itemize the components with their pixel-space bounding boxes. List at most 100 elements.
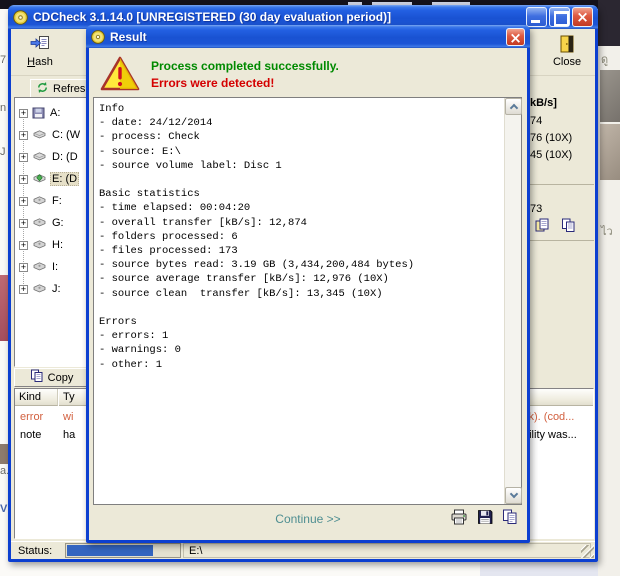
floppy-drive-icon [32,107,45,119]
result-dialog-title: Result [110,30,147,44]
resize-grip[interactable] [581,545,594,558]
expand-plus-icon[interactable] [19,219,28,228]
vertical-scrollbar[interactable] [504,98,521,504]
report-text: Info - date: 24/12/2014 - process: Check… [99,102,414,372]
refresh-icon [36,81,49,97]
close-button-label: Close [553,56,581,68]
drive-tree-item-i[interactable]: I: [15,256,87,278]
drive-tree-item-e-selected[interactable]: E: (D [15,168,87,190]
background-photo-thumbnail [600,124,620,180]
drive-tree-item-f[interactable]: F: [15,190,87,212]
results-value-fragment: 45 (10X) [530,149,572,161]
drive-label: F: [50,195,64,207]
drive-label: D: (D [50,151,80,163]
copy-button-label: Copy [48,372,74,384]
expand-plus-icon[interactable] [19,263,28,272]
cd-drive-icon [32,284,47,294]
cd-drive-icon [32,262,47,272]
drive-tree-item-j[interactable]: J: [15,278,87,300]
error-message: Errors were detected! [151,76,274,90]
maximize-button[interactable] [549,7,570,27]
exit-door-icon [560,33,574,55]
drive-tree-item-c[interactable]: C: (W [15,124,87,146]
drive-tree-item-d[interactable]: D: (D [15,146,87,168]
close-window-button[interactable] [572,7,593,27]
status-label: Status: [18,545,52,557]
issue-row-type[interactable]: ha [63,429,75,441]
expand-plus-icon[interactable] [19,197,28,206]
hash-icon [29,33,51,55]
drive-tree-item-a[interactable]: A: [15,102,87,124]
drive-label: C: (W [50,129,82,141]
background-block [480,562,598,576]
close-toolbar-button[interactable]: Close [543,31,591,70]
panel-divider [528,240,594,241]
hash-toolbar-button[interactable]: Hash [17,31,63,70]
drive-tree-panel[interactable]: A: C: (W D: (D E: (D F: [14,97,88,367]
background-webpage-strip: ดู ไว [598,0,620,576]
drive-label: J: [50,283,63,295]
minimize-button[interactable] [526,7,547,27]
results-value-fragment: 73 [530,203,542,215]
background-image-fragment [0,444,8,464]
cd-drive-icon [32,196,47,206]
main-window-title: CDCheck 3.1.14.0 [UNREGISTERED (30 day e… [33,10,391,24]
copy-icon [30,369,44,386]
report-icon[interactable] [534,218,550,236]
progress-bar [67,545,153,556]
background-image-fragment [0,275,8,341]
results-header-fragment: kB/s] [530,97,557,109]
results-value-fragment: 74 [530,115,542,127]
copy-icon[interactable] [502,509,518,530]
column-header-kind[interactable]: Kind [15,389,58,406]
background-dark-block [598,0,620,46]
warning-icon [99,55,141,98]
background-photo-thumbnail [600,70,620,122]
drive-tree-item-h[interactable]: H: [15,234,87,256]
cd-drive-with-disc-icon [32,174,47,184]
cd-drive-icon [32,218,47,228]
expand-plus-icon[interactable] [19,153,28,162]
scroll-down-button[interactable] [505,487,522,504]
print-icon[interactable] [450,509,468,530]
background-text-fragment: V [0,503,7,515]
hard-drive-icon [32,130,47,140]
result-dialog-titlebar[interactable]: Result [86,25,530,48]
progress-field [65,543,181,558]
status-path-field: E:\ [183,543,591,558]
results-value-fragment: 76 (10X) [530,132,572,144]
issue-row-text-fragment[interactable]: ck). (cod... [523,411,574,423]
expand-plus-icon[interactable] [19,131,28,140]
results-panel-fragment: kB/s] 74 76 (10X) 45 (10X) 73 [528,90,594,388]
drive-label: E: (D [50,172,79,186]
background-left-strip: 7 n J a. V [0,0,8,576]
copy-icon[interactable] [561,218,576,236]
expand-plus-icon[interactable] [19,285,28,294]
save-icon[interactable] [477,509,493,530]
cd-drive-icon [32,240,47,250]
background-text-fragment: ไว [601,222,613,240]
cdcheck-app-icon [13,10,28,25]
copy-issues-button[interactable]: Copy [14,368,89,387]
scroll-up-button[interactable] [505,98,522,115]
hard-drive-icon [32,152,47,162]
drive-tree-item-g[interactable]: G: [15,212,87,234]
drive-label: I: [50,261,60,273]
hash-button-label: Hash [27,56,53,68]
drive-label: G: [50,217,66,229]
background-text-fragment: ดู [601,50,608,68]
expand-plus-icon[interactable] [19,109,28,118]
report-text-area[interactable]: Info - date: 24/12/2014 - process: Check… [93,97,522,505]
result-dialog-body: Process completed successfully. Errors w… [89,48,527,540]
panel-divider [528,184,594,185]
expand-plus-icon[interactable] [19,241,28,250]
issue-row-text-fragment[interactable]: bility was... [523,429,577,441]
expand-plus-icon[interactable] [19,175,28,184]
status-bar: Status: E:\ [11,541,595,559]
issue-row-type[interactable]: wi [63,411,73,423]
issue-row-kind[interactable]: note [20,429,41,441]
cdcheck-app-icon [91,30,105,44]
close-dialog-button[interactable] [506,28,525,46]
issue-row-kind[interactable]: error [20,411,43,423]
background-text-fragment: 7 [0,54,6,66]
